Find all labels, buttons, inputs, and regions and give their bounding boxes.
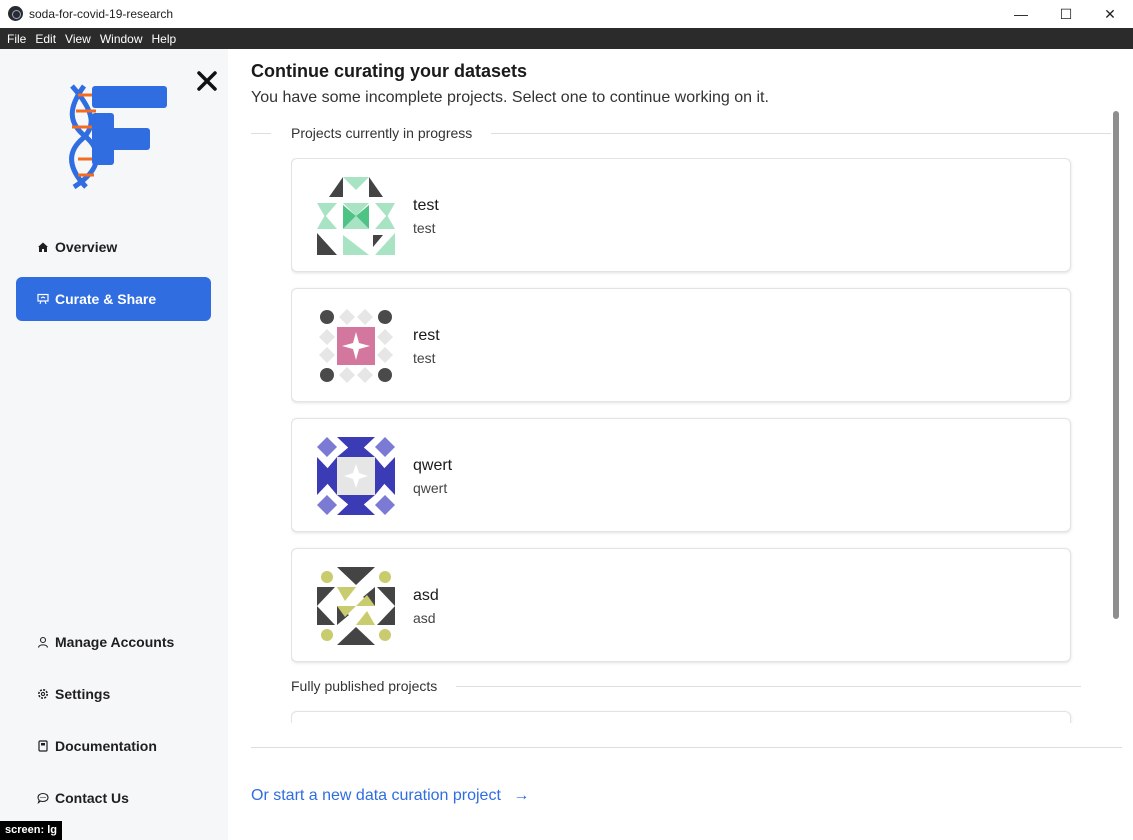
user-icon <box>36 635 50 649</box>
maximize-button[interactable]: ☐ <box>1043 0 1089 28</box>
scrollbar-thumb[interactable] <box>1113 111 1119 619</box>
presentation-icon <box>36 292 50 306</box>
avatar-qwert-icon <box>317 437 395 515</box>
nav-documentation-label: Documentation <box>55 738 157 754</box>
published-section-title: Fully published projects <box>291 678 457 694</box>
in-progress-section-title: Projects currently in progress <box>271 125 492 141</box>
nav-documentation[interactable]: Documentation <box>16 724 211 768</box>
project-description: test <box>413 220 436 236</box>
published-project-card[interactable] <box>291 711 1071 723</box>
menu-edit[interactable]: Edit <box>32 32 59 46</box>
menu-view[interactable]: View <box>62 32 94 46</box>
menu-file[interactable]: File <box>4 32 29 46</box>
project-description: qwert <box>413 480 448 496</box>
project-description: asd <box>413 610 436 626</box>
avatar-test-icon <box>317 177 395 255</box>
nav-settings[interactable]: Settings <box>16 672 211 716</box>
soda-logo <box>69 84 167 190</box>
minimize-button[interactable]: — <box>998 0 1044 28</box>
project-description: test <box>413 350 436 366</box>
project-card[interactable]: asd asd <box>291 548 1071 662</box>
nav-curate-share[interactable]: Curate & Share <box>16 277 211 321</box>
nav-contact-us[interactable]: Contact Us <box>16 776 211 820</box>
nav-overview-label: Overview <box>55 239 118 255</box>
electron-app-icon <box>8 6 23 21</box>
menu-help[interactable]: Help <box>149 32 180 46</box>
book-icon <box>36 739 50 753</box>
project-name: asd <box>413 587 439 604</box>
close-window-button[interactable]: ✕ <box>1087 0 1133 28</box>
arrow-right-icon: → <box>513 787 530 804</box>
nav-overview[interactable]: Overview <box>16 225 211 269</box>
nav-curate-share-label: Curate & Share <box>55 291 157 307</box>
project-name: qwert <box>413 457 453 474</box>
page-subtitle: You have some incomplete projects. Selec… <box>251 89 769 106</box>
new-project-link-label: Or start a new data curation project <box>251 787 501 804</box>
project-card[interactable]: qwert qwert <box>291 418 1071 532</box>
nav-manage-accounts-label: Manage Accounts <box>55 634 175 650</box>
nav-contact-us-label: Contact Us <box>55 790 129 806</box>
nav-settings-label: Settings <box>55 686 111 702</box>
page-title: Continue curating your datasets <box>251 61 528 81</box>
avatar-rest-icon <box>319 309 393 383</box>
avatar-asd-icon <box>317 567 395 645</box>
new-project-link[interactable]: Or start a new data curation project → <box>251 787 529 805</box>
gear-icon <box>36 687 50 701</box>
projects-scroll-area[interactable]: test test rest test qwert qwert asd asd … <box>291 158 1081 723</box>
window-title: soda-for-covid-19-research <box>29 7 174 21</box>
main-content: Continue curating your datasets You have… <box>228 49 1133 840</box>
title-bar: soda-for-covid-19-research — ☐ ✕ <box>0 0 1133 28</box>
chat-icon <box>36 791 50 805</box>
sidebar: Overview Curate & Share Manage Accounts … <box>0 49 228 840</box>
close-sidebar-icon[interactable] <box>195 69 219 93</box>
divider <box>251 747 1122 748</box>
project-name: rest <box>413 327 440 344</box>
menu-bar: File Edit View Window Help <box>0 28 1133 49</box>
project-card[interactable]: test test <box>291 158 1071 272</box>
nav-manage-accounts[interactable]: Manage Accounts <box>16 620 211 664</box>
menu-window[interactable]: Window <box>97 32 146 46</box>
project-card[interactable]: rest test <box>291 288 1071 402</box>
screen-size-badge: screen: lg <box>0 821 62 840</box>
home-icon <box>36 240 50 254</box>
project-name: test <box>413 197 439 214</box>
